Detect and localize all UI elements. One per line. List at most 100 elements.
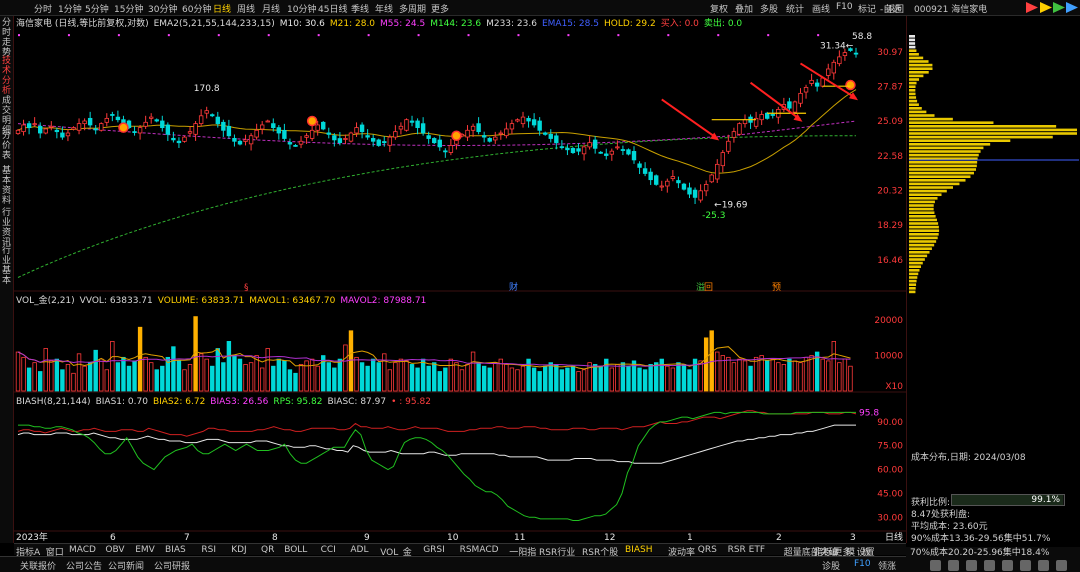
right-tab-4[interactable]: 画线 bbox=[812, 2, 830, 15]
top-tab-6[interactable]: 日线 bbox=[213, 2, 231, 15]
bottom-tab-7[interactable]: KDJ bbox=[231, 545, 247, 555]
left-tab-1[interactable]: 技术分析 bbox=[2, 56, 12, 96]
top-tab-10[interactable]: 45日线 bbox=[318, 2, 347, 15]
back-tab[interactable]: 返回 bbox=[886, 2, 904, 15]
candle-body bbox=[309, 129, 315, 139]
bottom2-tab-0[interactable]: 关联报价 bbox=[20, 559, 56, 572]
top-tab-13[interactable]: 多周期 bbox=[399, 2, 426, 15]
bottom2-tab-1[interactable]: 公司公告 bbox=[66, 559, 102, 572]
date-tick-7: 12 bbox=[604, 533, 615, 543]
left-tab-2[interactable]: 成交明细 bbox=[2, 96, 12, 136]
bias-tick-3: 45.00 bbox=[877, 489, 903, 499]
date-tick-6: 11 bbox=[514, 533, 525, 543]
bottom-tab-6[interactable]: RSI bbox=[201, 545, 216, 555]
volume-bar bbox=[509, 367, 515, 392]
top-tab-11[interactable]: 季线 bbox=[351, 2, 369, 15]
right-tab-6[interactable]: 标记 bbox=[858, 2, 876, 15]
cost-bar bbox=[909, 35, 916, 38]
bottom-tab-10[interactable]: CCI bbox=[321, 545, 336, 555]
left-tab-0[interactable]: 分时走势 bbox=[2, 18, 12, 58]
bottom-tab-8[interactable]: QR bbox=[261, 545, 274, 555]
volume-bar bbox=[32, 362, 37, 392]
bias-legend-item-4: RPS: 95.82 bbox=[273, 397, 322, 407]
cost-bar bbox=[909, 71, 929, 74]
candle-body bbox=[154, 119, 159, 122]
flag-icon-1[interactable] bbox=[1040, 2, 1052, 13]
cost-bar bbox=[909, 45, 916, 49]
top-tab-5[interactable]: 60分钟 bbox=[182, 2, 211, 15]
volume-bar bbox=[420, 358, 426, 392]
bottom-tab-21[interactable]: RSR ETF bbox=[728, 545, 765, 555]
flag-icon-3[interactable] bbox=[1066, 2, 1078, 13]
cost-bar bbox=[909, 254, 928, 258]
date-tick-10: 3 bbox=[850, 533, 856, 543]
top-tab-3[interactable]: 15分钟 bbox=[114, 2, 143, 15]
bottom-tab-9[interactable]: BOLL bbox=[284, 545, 307, 555]
flag-icon-2[interactable] bbox=[1053, 2, 1065, 13]
bottom-tab-20[interactable]: QRS bbox=[698, 545, 717, 555]
bottom-tab-3[interactable]: OBV bbox=[105, 545, 124, 555]
bottom-tab-13[interactable]: GRSI bbox=[423, 545, 445, 555]
top-tab-9[interactable]: 10分钟 bbox=[287, 2, 316, 15]
bottom2-right-1[interactable]: F10 bbox=[854, 559, 871, 569]
left-tab-6[interactable]: 行业基本 bbox=[2, 246, 12, 286]
top-dot bbox=[417, 34, 420, 37]
cost-bar bbox=[909, 193, 942, 196]
bottom2-right-0[interactable]: 诊股 bbox=[822, 559, 840, 572]
panel-icon-3[interactable] bbox=[984, 560, 995, 571]
candle-body bbox=[409, 120, 415, 123]
top-tab-4[interactable]: 30分钟 bbox=[148, 2, 177, 15]
cost-bar bbox=[909, 240, 937, 243]
panel-icon-2[interactable] bbox=[966, 560, 977, 571]
panel-icon-7[interactable] bbox=[1056, 560, 1067, 571]
left-tab-5[interactable]: 行业资讯 bbox=[2, 208, 12, 248]
cost-bar bbox=[909, 42, 916, 45]
top-tab-0[interactable]: 分时 bbox=[34, 2, 52, 15]
bottom2-tab-2[interactable]: 公司新闻 bbox=[108, 559, 144, 572]
bottom-tab-18[interactable]: BIASH bbox=[625, 545, 652, 555]
left-tab-4[interactable]: 基本资料 bbox=[2, 166, 12, 206]
right-tab-3[interactable]: 统计 bbox=[786, 2, 804, 15]
volume-bar bbox=[265, 348, 270, 392]
top-tab-2[interactable]: 5分钟 bbox=[85, 2, 109, 15]
bottom2-tab-3[interactable]: 公司研报 bbox=[154, 559, 190, 572]
bottom-tab-11[interactable]: ADL bbox=[350, 545, 368, 555]
bottom-tab-5[interactable]: BIAS bbox=[165, 545, 186, 555]
right-tab-1[interactable]: 叠加 bbox=[735, 2, 753, 15]
panel-icon-5[interactable] bbox=[1020, 560, 1031, 571]
top-tab-8[interactable]: 月线 bbox=[262, 2, 280, 15]
top-tab-14[interactable]: 更多 bbox=[431, 2, 449, 15]
candle-body bbox=[198, 115, 204, 125]
top-tab-12[interactable]: 年线 bbox=[375, 2, 393, 15]
right-tab-5[interactable]: F10 bbox=[836, 2, 853, 12]
volume-bar bbox=[65, 364, 71, 392]
volume-bar bbox=[210, 365, 215, 392]
bottom-tab-2[interactable]: MACD bbox=[69, 545, 96, 555]
bottom-tab-14[interactable]: RSMACD bbox=[460, 545, 499, 555]
candle-body bbox=[648, 171, 653, 181]
candle-body bbox=[393, 131, 398, 138]
right-tab-2[interactable]: 多股 bbox=[760, 2, 778, 15]
panel-icon-4[interactable] bbox=[1002, 560, 1013, 571]
cost-bar bbox=[909, 92, 916, 96]
bottom2-right-2[interactable]: 领涨 bbox=[878, 559, 896, 572]
panel-icon-0[interactable] bbox=[930, 560, 941, 571]
panel-icon-1[interactable] bbox=[948, 560, 959, 571]
top-tab-7[interactable]: 周线 bbox=[237, 2, 255, 15]
volume-bar bbox=[592, 364, 598, 392]
candle-body bbox=[631, 151, 637, 161]
price-tick-0: 30.97 bbox=[877, 48, 903, 58]
volume-bar bbox=[554, 364, 559, 392]
bottom-tab-4[interactable]: EMV bbox=[135, 545, 155, 555]
legend-item-1: EMA2(5,21,55,144,233,15) bbox=[154, 19, 275, 29]
volume-bar bbox=[615, 364, 620, 392]
candle-body bbox=[792, 101, 798, 113]
left-tab-3[interactable]: 分价表 bbox=[2, 131, 12, 161]
flag-icon-0[interactable] bbox=[1026, 2, 1038, 13]
candle-body bbox=[37, 125, 43, 134]
right-tab-0[interactable]: 复权 bbox=[710, 2, 728, 15]
cost-bar bbox=[909, 225, 939, 229]
chart-area: 海信家电 (日线,等比前复权,对数) EMA2(5,21,55,144,233,1… bbox=[14, 16, 906, 546]
panel-icon-6[interactable] bbox=[1038, 560, 1049, 571]
top-tab-1[interactable]: 1分钟 bbox=[58, 2, 82, 15]
